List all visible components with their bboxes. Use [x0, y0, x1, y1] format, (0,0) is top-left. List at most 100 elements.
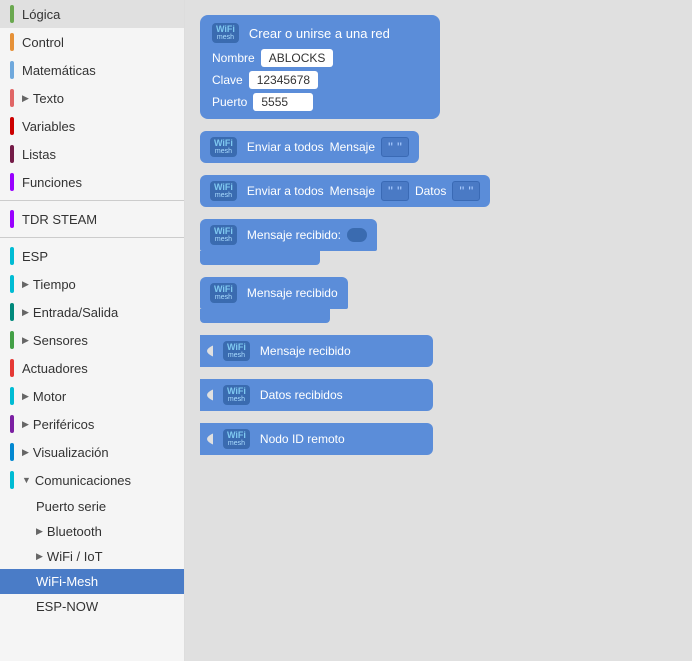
sidebar-item-label: Lógica — [22, 7, 60, 22]
block-message-received: WiFi mesh Mensaje recibido — [200, 277, 677, 323]
sidebar-sub-item-wifi-iot[interactable]: ▶ WiFi / IoT — [0, 544, 184, 569]
main-canvas: WiFi mesh Crear o unirse a una red Nombr… — [185, 0, 692, 661]
clave-input[interactable]: 12345678 — [249, 71, 318, 89]
sidebar-item-actuadores[interactable]: Actuadores — [0, 354, 184, 382]
sidebar-item-label: WiFi-Mesh — [36, 574, 98, 589]
block-create-network: WiFi mesh Crear o unirse a una red Nombr… — [200, 15, 677, 119]
nodo-id-remoto-label: Nodo ID remoto — [260, 432, 345, 446]
string-input-2[interactable]: " " — [452, 181, 480, 201]
block-title: Crear o unirse a una red — [249, 26, 390, 41]
wifi-logo-bottom: mesh — [217, 34, 234, 41]
sidebar-item-tdr-steam[interactable]: TDR STEAM — [0, 205, 184, 233]
color-bar — [10, 303, 14, 321]
arrow-icon: ▶ — [22, 419, 29, 430]
arrow-icon: ▶ — [22, 447, 29, 458]
left-notch-icon3 — [200, 423, 214, 455]
left-notch-icon2 — [200, 379, 214, 411]
wifi-mesh-logo: WiFi mesh — [223, 429, 250, 449]
sidebar-item-funciones[interactable]: Funciones — [0, 168, 184, 196]
arrow-icon: ▼ — [22, 475, 31, 485]
sidebar-item-label: Listas — [22, 147, 56, 162]
sidebar-item-label: Motor — [33, 389, 66, 404]
sidebar-item-label: Funciones — [22, 175, 82, 190]
sidebar-item-label: Periféricos — [33, 417, 94, 432]
sidebar-item-label: Actuadores — [22, 361, 88, 376]
sidebar-item-tiempo[interactable]: ▶ Tiempo — [0, 270, 184, 298]
mensaje-recibido-label: Mensaje recibido: — [247, 228, 341, 242]
sidebar-item-motor[interactable]: ▶ Motor — [0, 382, 184, 410]
sidebar-item-label: Sensores — [33, 333, 88, 348]
sidebar-item-texto[interactable]: ▶ Texto — [0, 84, 184, 112]
sidebar-item-label: Control — [22, 35, 64, 50]
block-remote-node-id: WiFi mesh Nodo ID remoto — [200, 423, 677, 455]
color-bar — [10, 117, 14, 135]
color-bar — [10, 61, 14, 79]
color-bar — [10, 145, 14, 163]
color-bar — [10, 471, 14, 489]
sidebar-item-esp[interactable]: ESP — [0, 242, 184, 270]
color-bar — [10, 210, 14, 228]
sidebar-sub-item-bluetooth[interactable]: ▶ Bluetooth — [0, 519, 184, 544]
clave-label: Clave — [212, 73, 243, 87]
sidebar-item-label: Entrada/Salida — [33, 305, 118, 320]
sidebar-item-sensores[interactable]: ▶ Sensores — [0, 326, 184, 354]
color-bar — [10, 415, 14, 433]
sidebar-sub-item-wifi-mesh[interactable]: WiFi-Mesh — [0, 569, 184, 594]
sidebar-item-perifericos[interactable]: ▶ Periféricos — [0, 410, 184, 438]
wifi-mesh-logo: WiFi mesh — [210, 283, 237, 303]
color-bar — [10, 247, 14, 265]
sidebar-sub-item-esp-now[interactable]: ESP-NOW — [0, 594, 184, 619]
color-bar — [10, 5, 14, 23]
nombre-label: Nombre — [212, 51, 255, 65]
sidebar-item-label: Texto — [33, 91, 64, 106]
block-send-all: WiFi mesh Enviar a todos Mensaje " " — [200, 131, 677, 163]
sidebar-item-listas[interactable]: Listas — [0, 140, 184, 168]
sidebar-item-logica[interactable]: Lógica — [0, 0, 184, 28]
arrow-icon: ▶ — [22, 93, 29, 104]
wifi-mesh-logo: WiFi mesh — [210, 181, 237, 201]
color-bar — [10, 275, 14, 293]
sidebar-item-control[interactable]: Control — [0, 28, 184, 56]
color-bar — [10, 33, 14, 51]
sidebar-item-matematicas[interactable]: Matemáticas — [0, 56, 184, 84]
sidebar: Lógica Control Matemáticas ▶ Texto Varia… — [0, 0, 185, 661]
sidebar-item-entrada-salida[interactable]: ▶ Entrada/Salida — [0, 298, 184, 326]
sidebar-item-label: Bluetooth — [47, 524, 102, 539]
color-bar — [10, 89, 14, 107]
wifi-logo-top: WiFi — [216, 25, 235, 34]
sidebar-item-variables[interactable]: Variables — [0, 112, 184, 140]
sidebar-item-label: Puerto serie — [36, 499, 106, 514]
left-notch-icon — [200, 335, 214, 367]
arrow-icon: ▶ — [22, 335, 29, 346]
mensaje-label: Mensaje — [330, 140, 375, 154]
arrow-icon: ▶ — [22, 391, 29, 402]
bool-output — [347, 228, 367, 242]
wifi-mesh-logo: WiFi mesh — [210, 137, 237, 157]
color-bar — [10, 359, 14, 377]
color-bar — [10, 387, 14, 405]
datos-label: Datos — [415, 184, 446, 198]
block-bottom-ext2 — [200, 309, 330, 323]
sidebar-item-label: Matemáticas — [22, 63, 96, 78]
nombre-input[interactable]: ABLOCKS — [261, 49, 334, 67]
puerto-input[interactable]: 5555 — [253, 93, 313, 111]
separator — [0, 237, 184, 238]
sidebar-item-label: Comunicaciones — [35, 473, 131, 488]
wifi-mesh-logo: WiFi mesh — [223, 385, 250, 405]
color-bar — [10, 331, 14, 349]
arrow-icon: ▶ — [36, 526, 43, 537]
sidebar-item-visualizacion[interactable]: ▶ Visualización — [0, 438, 184, 466]
color-bar — [10, 173, 14, 191]
enviar-todos-label: Enviar a todos — [247, 140, 324, 154]
block-send-all-data: WiFi mesh Enviar a todos Mensaje " " Dat… — [200, 175, 677, 207]
arrow-icon: ▶ — [36, 551, 43, 562]
sidebar-item-comunicaciones[interactable]: ▼ Comunicaciones — [0, 466, 184, 494]
color-bar — [10, 443, 14, 461]
string-input-1[interactable]: " " — [381, 181, 409, 201]
sidebar-sub-item-puerto-serie[interactable]: Puerto serie — [0, 494, 184, 519]
enviar-todos-label2: Enviar a todos — [247, 184, 324, 198]
arrow-icon: ▶ — [22, 279, 29, 290]
arrow-icon: ▶ — [22, 307, 29, 318]
puerto-label: Puerto — [212, 95, 247, 109]
string-input[interactable]: " " — [381, 137, 409, 157]
